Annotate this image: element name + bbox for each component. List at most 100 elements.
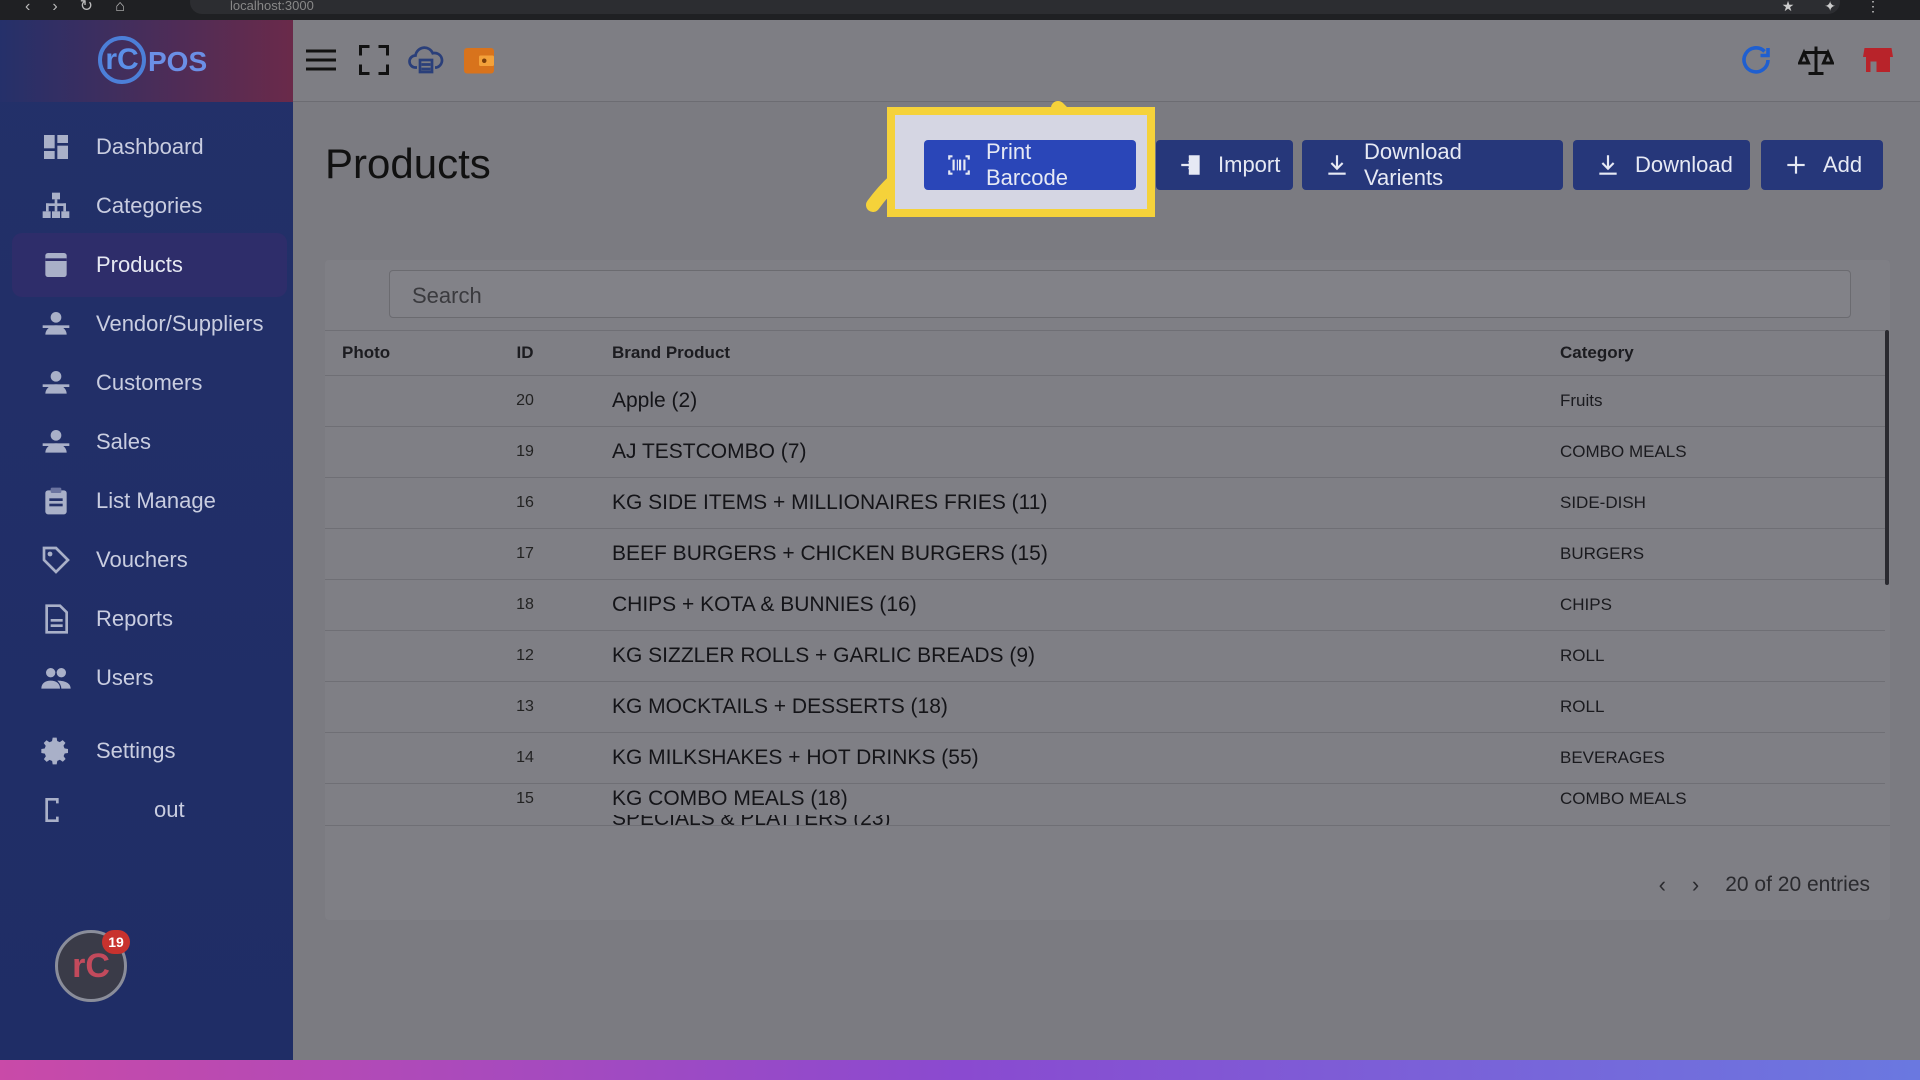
column-header-category[interactable]: Category xyxy=(1560,331,1634,375)
import-button[interactable]: Import xyxy=(1156,140,1293,190)
cell-brand: KG SIDE ITEMS + MILLIONAIRES FRIES (11) xyxy=(612,491,1048,514)
table-row[interactable]: 17 BEEF BURGERS + CHICKEN BURGERS (15) B… xyxy=(325,529,1885,580)
cell-brand: KG MOCKTAILS + DESSERTS (18) xyxy=(612,695,948,718)
print-barcode-button[interactable]: Print Barcode xyxy=(924,139,1136,190)
sidebar-item-settings[interactable]: Settings xyxy=(12,719,287,783)
sidebar-item-label: Customers xyxy=(96,370,203,395)
pagination: ‹ › 20 of 20 entries xyxy=(1659,872,1870,898)
table-row[interactable]: 15 KG COMBO MEALS (18) COMBO MEALS xyxy=(325,784,1885,816)
cell-id: 16 xyxy=(516,494,534,511)
clipboard-icon xyxy=(38,483,74,519)
sidebar-item-label: Dashboard xyxy=(96,134,204,159)
gear-icon xyxy=(38,733,74,769)
cell-brand: Apple (2) xyxy=(612,389,698,412)
menu-icon[interactable] xyxy=(301,40,341,80)
sidebar-item-reports[interactable]: Reports xyxy=(12,587,287,651)
column-header-photo[interactable]: Photo xyxy=(342,331,390,375)
chat-logo: rC xyxy=(72,946,110,985)
prev-page-icon[interactable]: ‹ xyxy=(1659,872,1666,898)
table-header: Photo ID Brand Product Category xyxy=(325,330,1885,376)
sidebar-item-label: Sales xyxy=(96,429,152,454)
logout-icon xyxy=(38,792,74,828)
sidebar-item-users[interactable]: Users xyxy=(12,646,287,710)
import-label: Import xyxy=(1218,152,1281,177)
sidebar-item-label: Users xyxy=(96,665,154,690)
sales-icon xyxy=(38,424,74,460)
sidebar-item-dashboard[interactable]: Dashboard xyxy=(12,115,287,179)
browser-bar: ‹›↻⌂ localhost:3000 ★✦⋮ xyxy=(0,0,1920,20)
browser-nav-buttons[interactable]: ‹›↻⌂ xyxy=(25,0,147,15)
app-logo[interactable]: rC POS xyxy=(0,20,293,102)
plus-icon xyxy=(1783,152,1809,178)
tag-icon xyxy=(38,542,74,578)
cell-id: 12 xyxy=(516,647,534,664)
cell-brand: BEEF BURGERS + CHICKEN BURGERS (15) xyxy=(612,542,1048,565)
download-icon xyxy=(1595,152,1621,178)
sidebar-item-label: Reports xyxy=(96,606,174,631)
sidebar-item-vendors[interactable]: Vendor/Suppliers xyxy=(12,292,287,356)
wallet-icon[interactable] xyxy=(459,40,499,80)
store-icon[interactable] xyxy=(1858,40,1898,80)
main-content: Products Print Barcode Import Download V… xyxy=(293,20,1920,1060)
cell-brand: CHIPS + KOTA & BUNNIES (16) xyxy=(612,593,917,616)
sidebar-item-categories[interactable]: Categories xyxy=(12,174,287,238)
customers-icon xyxy=(38,365,74,401)
users-icon xyxy=(38,660,74,696)
cell-id: 15 xyxy=(516,790,534,807)
fullscreen-icon[interactable] xyxy=(354,40,394,80)
sidebar-item-list-manage[interactable]: List Manage xyxy=(12,469,287,533)
search-input[interactable]: Search xyxy=(389,270,1851,318)
sidebar-item-label: Settings xyxy=(96,738,176,763)
column-header-brand[interactable]: Brand Product xyxy=(612,331,730,375)
table-row[interactable]: 20 Apple (2) Fruits xyxy=(325,376,1885,427)
sidebar-item-logout[interactable]: out xyxy=(12,778,287,842)
address-bar[interactable]: localhost:3000 xyxy=(190,0,1840,14)
print-barcode-label: Print Barcode xyxy=(986,139,1068,190)
vendor-icon xyxy=(38,306,74,342)
sidebar-item-label: Products xyxy=(96,252,183,277)
table-footer-divider xyxy=(325,825,1890,826)
add-button[interactable]: Add xyxy=(1761,140,1883,190)
sidebar-item-products[interactable]: Products xyxy=(12,233,287,297)
table-row[interactable]: 19 AJ TESTCOMBO (7) COMBO MEALS xyxy=(325,427,1885,478)
logo-mark: rC xyxy=(98,36,146,84)
sidebar-item-sales[interactable]: Sales xyxy=(12,410,287,474)
cell-brand: KG SIZZLER ROLLS + GARLIC BREADS (9) xyxy=(612,644,1036,667)
cloud-print-icon[interactable] xyxy=(406,40,446,80)
cell-id: 14 xyxy=(516,749,534,766)
table-row[interactable]: 14 KG MILKSHAKES + HOT DRINKS (55) BEVER… xyxy=(325,733,1885,784)
table-row[interactable]: 13 KG MOCKTAILS + DESSERTS (18) ROLL xyxy=(325,682,1885,733)
sidebar-item-label: Vouchers xyxy=(96,547,188,572)
products-table-card: Search Photo ID Brand Product Category 2… xyxy=(325,260,1890,920)
download-variants-button[interactable]: Download Varients xyxy=(1302,139,1563,190)
report-icon xyxy=(38,601,74,637)
sidebar-item-vouchers[interactable]: Vouchers xyxy=(12,528,287,592)
cell-id: 13 xyxy=(516,698,534,715)
dashboard-icon xyxy=(38,129,74,165)
cell-category: COMBO MEALS xyxy=(1560,789,1687,808)
cell-brand: KG MILKSHAKES + HOT DRINKS (55) xyxy=(612,746,979,769)
table-row[interactable]: 18 CHIPS + KOTA & BUNNIES (16) CHIPS xyxy=(325,580,1885,631)
cell-category: ROLL xyxy=(1560,646,1605,665)
scale-icon[interactable] xyxy=(1796,40,1836,80)
download-icon xyxy=(1324,152,1350,178)
sidebar-item-customers[interactable]: Customers xyxy=(12,351,287,415)
table-scrollbar[interactable] xyxy=(1885,330,1889,585)
download-button[interactable]: Download xyxy=(1573,140,1750,190)
sidebar: rC POS Dashboard Categories Products Ven… xyxy=(0,20,293,1060)
barcode-icon xyxy=(946,152,972,178)
cell-category: BURGERS xyxy=(1560,544,1645,563)
table-row[interactable]: 12 KG SIZZLER ROLLS + GARLIC BREADS (9) … xyxy=(325,631,1885,682)
categories-icon xyxy=(38,188,74,224)
browser-actions[interactable]: ★✦⋮ xyxy=(1782,0,1910,15)
column-header-id[interactable]: ID xyxy=(505,331,545,375)
sidebar-item-label: Vendor/Suppliers xyxy=(96,311,264,336)
next-page-icon[interactable]: › xyxy=(1692,872,1699,898)
cell-brand: KG COMBO MEALS (18) xyxy=(612,787,848,810)
table-row[interactable]: 16 KG SIDE ITEMS + MILLIONAIRES FRIES (1… xyxy=(325,478,1885,529)
add-label: Add xyxy=(1823,152,1863,177)
cell-category: COMBO MEALS xyxy=(1560,442,1687,461)
sidebar-item-label: Categories xyxy=(96,193,203,218)
refresh-icon[interactable] xyxy=(1736,40,1776,80)
logo-text: POS xyxy=(148,46,208,77)
